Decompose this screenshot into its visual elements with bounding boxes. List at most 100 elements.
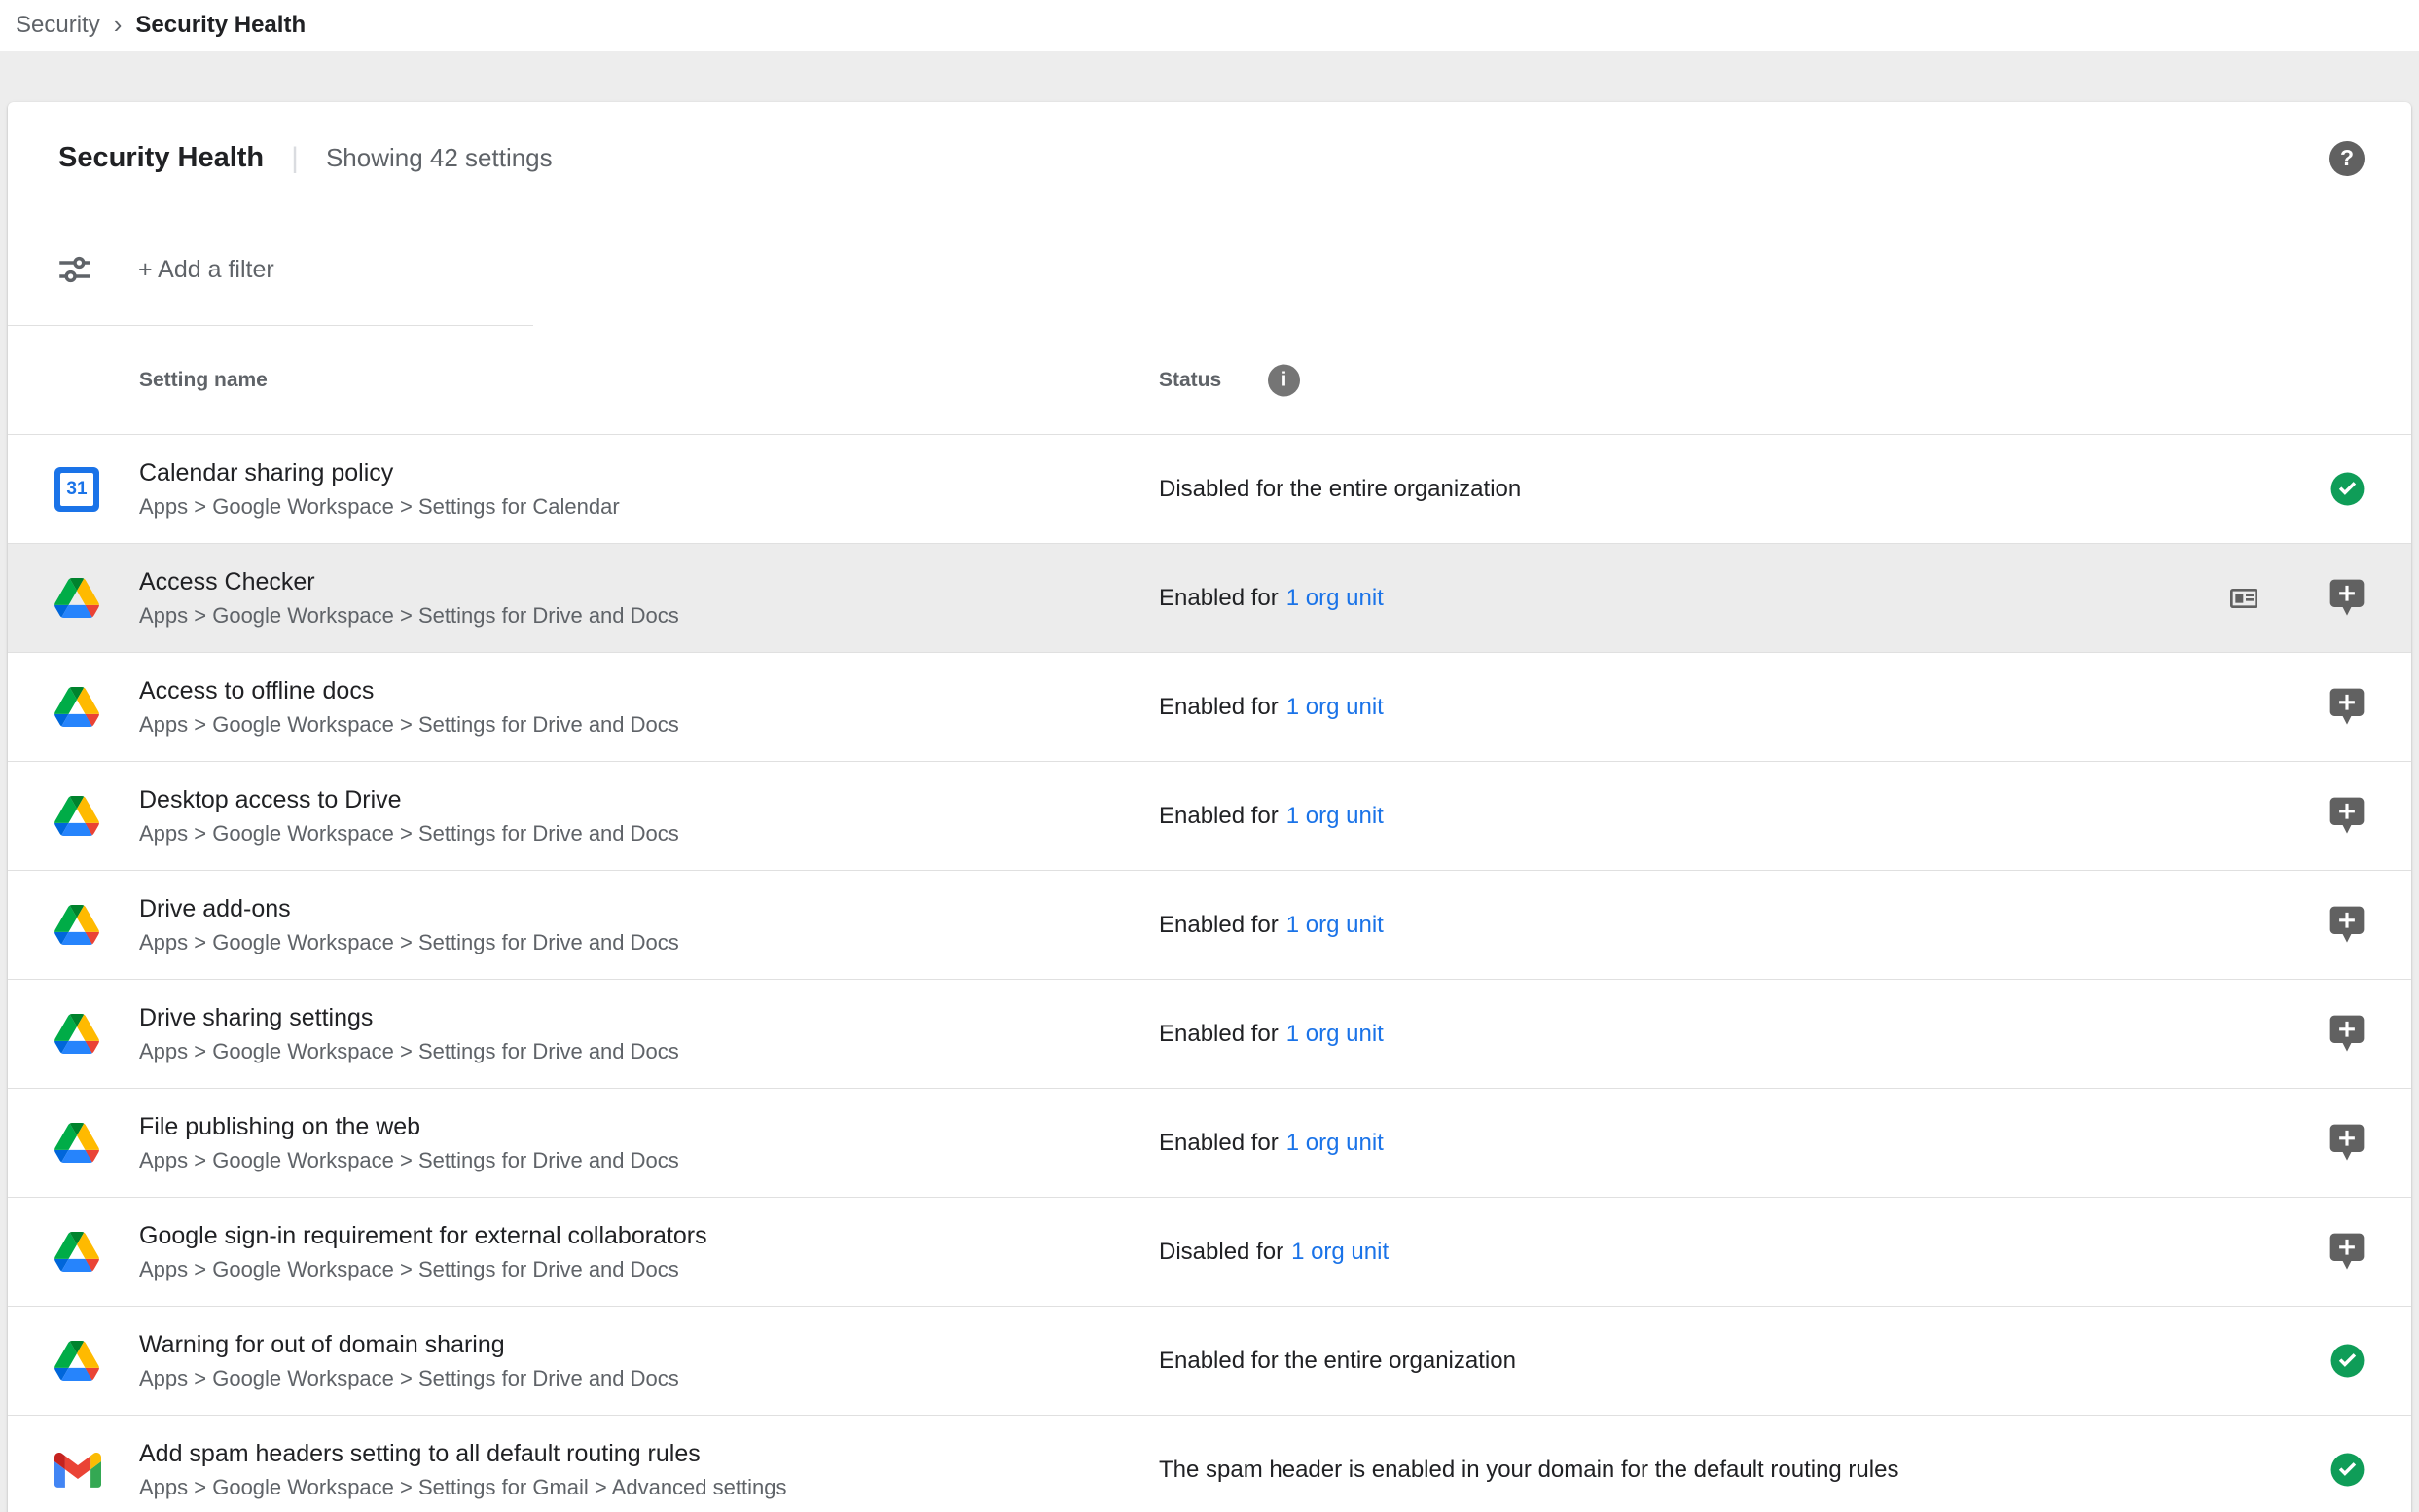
setting-path: Apps > Google Workspace > Settings for D… <box>139 821 1159 846</box>
status-org-unit-link[interactable]: 1 org unit <box>1286 803 1384 830</box>
table-row[interactable]: 31 <box>8 1089 2411 1198</box>
recommendation-badge-icon[interactable] <box>2329 1232 2365 1272</box>
filter-bar: + Add a filter <box>8 214 2411 325</box>
filter-icon <box>54 249 95 290</box>
status-org-unit-link[interactable]: 1 org unit <box>1286 694 1384 721</box>
setting-name: Google sign-in requirement for external … <box>139 1222 1159 1250</box>
add-filter-button[interactable]: + Add a filter <box>138 256 274 284</box>
row-badge-cell <box>2283 1014 2411 1054</box>
row-badge-cell <box>2283 796 2411 836</box>
row-icon-cell: 31 <box>8 1232 139 1272</box>
setting-name: Calendar sharing policy <box>139 459 1159 487</box>
help-button[interactable]: ? <box>2329 141 2365 176</box>
table-row[interactable]: 31 <box>8 1416 2411 1512</box>
setting-name: Drive sharing settings <box>139 1004 1159 1032</box>
status-text: Enabled for <box>1159 1130 1279 1157</box>
setting-path: Apps > Google Workspace > Settings for D… <box>139 712 1159 738</box>
table-row[interactable]: 31 <box>8 435 2411 544</box>
row-icon-cell: 31 <box>8 687 139 727</box>
recommendation-badge-icon[interactable] <box>2329 1123 2365 1163</box>
recommendation-badge-icon[interactable] <box>2329 796 2365 836</box>
breadcrumb-security[interactable]: Security <box>16 12 100 39</box>
row-badge-cell <box>2283 1452 2411 1488</box>
table-row[interactable]: 31 <box>8 762 2411 871</box>
row-text-cell: Access to offline docs Apps > Google Wor… <box>139 677 1159 738</box>
row-text-cell: Calendar sharing policy Apps > Google Wo… <box>139 459 1159 520</box>
row-status-cell: The spam header is enabled in your domai… <box>1159 1457 2205 1484</box>
setting-name: Access Checker <box>139 568 1159 596</box>
row-status-cell: Enabled for 1 org unit <box>1159 912 2205 939</box>
row-badge-cell <box>2283 1232 2411 1272</box>
status-text: Enabled for <box>1159 1021 1279 1048</box>
recommendation-badge-icon[interactable] <box>2329 905 2365 945</box>
status-org-unit-link[interactable]: 1 org unit <box>1286 1021 1384 1048</box>
status-text: Disabled for <box>1159 1239 1283 1266</box>
breadcrumb: Security › Security Health <box>0 0 2419 51</box>
chevron-right-icon: › <box>114 12 123 40</box>
row-status-cell: Disabled for the entire organization <box>1159 476 2205 503</box>
drive-icon <box>54 1232 99 1272</box>
table-row[interactable]: 31 <box>8 544 2411 653</box>
row-status-cell: Enabled for 1 org unit <box>1159 1021 2205 1048</box>
row-badge-cell <box>2283 687 2411 727</box>
column-status: Status <box>1159 369 1221 392</box>
gmail-icon <box>54 1453 101 1488</box>
status-text: The spam header is enabled in your domai… <box>1159 1457 1898 1484</box>
row-icon-cell: 31 <box>8 905 139 945</box>
status-text: Disabled for the entire organization <box>1159 476 1521 503</box>
row-icon-cell: 31 <box>8 796 139 836</box>
drive-icon <box>54 1341 99 1381</box>
status-ok-icon <box>2329 1452 2365 1488</box>
calendar-day-glyph: 31 <box>60 473 93 506</box>
row-badge-cell <box>2283 1343 2411 1379</box>
settings-table-body: 31 <box>8 435 2411 1512</box>
recommendation-badge-icon[interactable] <box>2329 578 2365 618</box>
setting-path: Apps > Google Workspace > Settings for D… <box>139 930 1159 955</box>
row-text-cell: Drive add-ons Apps > Google Workspace > … <box>139 895 1159 955</box>
row-badge-cell <box>2283 471 2411 507</box>
table-row[interactable]: 31 <box>8 653 2411 762</box>
setting-name: Desktop access to Drive <box>139 786 1159 814</box>
status-text: Enabled for <box>1159 694 1279 721</box>
status-text: Enabled for <box>1159 585 1279 612</box>
setting-path: Apps > Google Workspace > Settings for C… <box>139 494 1159 520</box>
row-status-cell: Enabled for 1 org unit <box>1159 694 2205 721</box>
table-row[interactable]: 31 <box>8 1307 2411 1416</box>
row-status-cell: Enabled for 1 org unit <box>1159 585 2205 612</box>
row-icon-cell: 31 <box>8 578 139 618</box>
row-icon-cell: 31 <box>8 467 139 512</box>
setting-path: Apps > Google Workspace > Settings for D… <box>139 1039 1159 1064</box>
status-org-unit-link[interactable]: 1 org unit <box>1286 912 1384 939</box>
recommendation-badge-icon[interactable] <box>2329 687 2365 727</box>
status-org-unit-link[interactable]: 1 org unit <box>1286 585 1384 612</box>
row-icon-cell: 31 <box>8 1453 139 1488</box>
recommendation-badge-icon[interactable] <box>2329 1014 2365 1054</box>
help-icon: ? <box>2340 145 2354 171</box>
row-extra-cell <box>2205 583 2283 614</box>
status-org-unit-link[interactable]: 1 org unit <box>1286 1130 1384 1157</box>
setting-name: Drive add-ons <box>139 895 1159 923</box>
info-icon[interactable]: i <box>1268 364 1300 396</box>
setting-name: File publishing on the web <box>139 1113 1159 1141</box>
drive-icon <box>54 796 99 836</box>
table-row[interactable]: 31 <box>8 1198 2411 1307</box>
row-badge-cell <box>2283 578 2411 618</box>
column-setting-name: Setting name <box>139 369 268 392</box>
status-org-unit-link[interactable]: 1 org unit <box>1291 1239 1389 1266</box>
table-row[interactable]: 31 <box>8 980 2411 1089</box>
drive-icon <box>54 1014 99 1054</box>
setting-path: Apps > Google Workspace > Settings for D… <box>139 1257 1159 1282</box>
setting-path: Apps > Google Workspace > Settings for D… <box>139 603 1159 629</box>
row-badge-cell <box>2283 905 2411 945</box>
row-text-cell: Warning for out of domain sharing Apps >… <box>139 1331 1159 1391</box>
settings-count: Showing 42 settings <box>326 143 553 173</box>
row-icon-cell: 31 <box>8 1123 139 1163</box>
row-status-cell: Enabled for 1 org unit <box>1159 803 2205 830</box>
status-text: Enabled for <box>1159 912 1279 939</box>
table-row[interactable]: 31 <box>8 871 2411 980</box>
setting-name: Add spam headers setting to all default … <box>139 1440 1159 1468</box>
row-icon-cell: 31 <box>8 1341 139 1381</box>
calendar-icon: 31 <box>54 467 99 512</box>
setting-path: Apps > Google Workspace > Settings for D… <box>139 1148 1159 1173</box>
row-text-cell: File publishing on the web Apps > Google… <box>139 1113 1159 1173</box>
